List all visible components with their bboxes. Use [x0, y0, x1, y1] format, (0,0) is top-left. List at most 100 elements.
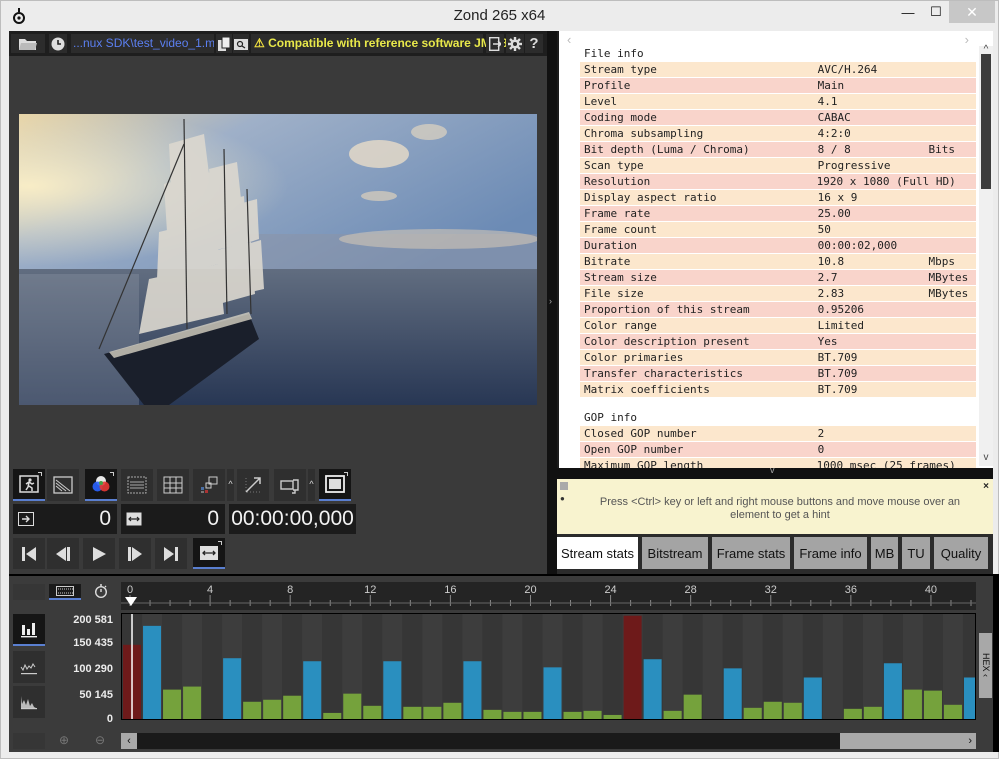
frame-bar[interactable] — [683, 694, 702, 720]
frame-bar[interactable] — [543, 667, 562, 720]
bar-chart-mode-button[interactable] — [13, 614, 45, 646]
frame-bar[interactable] — [803, 677, 822, 720]
copy-button[interactable] — [216, 34, 232, 53]
line-chart-mode-button[interactable] — [13, 651, 45, 683]
partition-options-caret[interactable]: ^ — [227, 469, 234, 501]
timecode-field[interactable]: 00:00:00,000 — [229, 504, 356, 534]
scroll-thumb[interactable] — [981, 54, 991, 189]
next-frame-button[interactable] — [119, 538, 151, 569]
decode-frame-field[interactable]: 0 — [13, 504, 117, 534]
frame-bar[interactable] — [863, 706, 882, 720]
picture-mode-button[interactable] — [47, 469, 79, 501]
frame-bar[interactable] — [903, 689, 922, 720]
help-button[interactable]: ? — [525, 34, 543, 53]
frame-bar[interactable] — [563, 711, 582, 720]
mb-lines-button[interactable] — [121, 469, 153, 501]
close-button[interactable]: ✕ — [949, 1, 995, 23]
frame-bar[interactable] — [183, 686, 202, 720]
chart-scroll-thumb[interactable]: › — [840, 733, 976, 749]
frame-bar[interactable] — [523, 711, 542, 720]
histogram-mode-button[interactable] — [13, 686, 45, 718]
frame-bar[interactable] — [343, 693, 362, 720]
open-file-button[interactable] — [11, 34, 45, 53]
frame-bar[interactable] — [883, 663, 902, 720]
maximize-button[interactable]: ☐ — [919, 1, 953, 23]
frame-bar[interactable] — [323, 712, 342, 720]
frame-bar[interactable] — [923, 690, 942, 720]
reference-frames-button[interactable] — [274, 469, 306, 501]
display-frame-field[interactable]: 0 — [121, 504, 225, 534]
frame-bar[interactable] — [643, 659, 662, 720]
frame-bar[interactable] — [943, 704, 962, 720]
first-frame-button[interactable] — [13, 538, 45, 569]
frame-bar[interactable] — [603, 714, 622, 720]
frame-bar[interactable] — [283, 695, 302, 720]
frame-bar[interactable] — [163, 689, 182, 720]
scroll-right-icon[interactable]: › — [968, 733, 972, 749]
zoom-out-icon[interactable]: ⊖ — [95, 733, 105, 747]
close-hint-icon[interactable]: × — [983, 481, 989, 492]
show-video-button[interactable] — [13, 469, 45, 501]
prev-frame-button[interactable] — [47, 538, 79, 569]
frame-bar[interactable] — [223, 658, 242, 720]
frame-bar[interactable] — [663, 710, 682, 720]
nav-back-icon[interactable]: ‹ — [567, 32, 571, 47]
show-in-folder-button[interactable] — [233, 34, 249, 53]
scroll-down-icon[interactable]: v — [979, 452, 993, 466]
tab-mb[interactable]: MB — [871, 537, 898, 569]
frames-axis-button[interactable] — [49, 584, 81, 600]
frame-bar[interactable] — [403, 706, 422, 720]
motion-vectors-button[interactable] — [237, 469, 269, 501]
hint-splitter[interactable]: v — [557, 465, 993, 477]
frame-bar[interactable] — [623, 615, 642, 720]
frame-bar[interactable] — [143, 625, 162, 720]
frame-bar[interactable] — [263, 699, 282, 720]
magnifier-icon[interactable]: ● — [560, 495, 568, 503]
play-button[interactable] — [83, 538, 115, 569]
color-components-button[interactable] — [85, 469, 117, 501]
export-button[interactable] — [486, 34, 504, 53]
tab-stream-stats[interactable]: Stream stats — [557, 537, 638, 569]
tab-quality[interactable]: Quality — [934, 537, 988, 569]
expand-hint-icon[interactable] — [560, 482, 568, 490]
playhead-marker[interactable] — [125, 597, 138, 606]
settings-button[interactable] — [506, 34, 524, 53]
frame-bar[interactable] — [243, 701, 262, 720]
tab-bitstream[interactable]: Bitstream — [642, 537, 708, 569]
display-order-toggle[interactable] — [193, 538, 225, 569]
frame-bar[interactable] — [723, 668, 742, 720]
frame-bar[interactable] — [503, 711, 522, 720]
tab-tu[interactable]: TU — [902, 537, 930, 569]
time-axis-button[interactable] — [85, 582, 117, 600]
last-frame-button[interactable] — [155, 538, 187, 569]
zoom-in-icon[interactable]: ⊕ — [59, 733, 69, 747]
info-scrollbar[interactable]: ^ v — [979, 44, 993, 466]
file-path-link[interactable]: ...nux SDK\test_video_1.mp4 — [71, 34, 214, 53]
frame-bar[interactable] — [583, 710, 602, 720]
frame-bar[interactable] — [463, 661, 482, 720]
scroll-left-icon[interactable]: ‹ — [121, 733, 137, 749]
splitter-arrow-icon[interactable]: v — [770, 465, 775, 475]
hex-panel-toggle[interactable]: HEX ‹ — [979, 633, 992, 698]
frame-bar[interactable] — [383, 661, 402, 720]
recent-files-button[interactable] — [49, 34, 67, 53]
frame-bar[interactable] — [363, 705, 382, 720]
frame-bar[interactable] — [423, 706, 442, 720]
fullscreen-button[interactable] — [319, 469, 351, 501]
collapse-arrow-icon[interactable]: › — [549, 296, 552, 306]
frame-bar[interactable] — [763, 701, 782, 720]
partition-button[interactable] — [193, 469, 225, 501]
tab-frame-info[interactable]: Frame info — [794, 537, 867, 569]
frame-bar[interactable] — [483, 709, 502, 720]
frame-bar[interactable] — [963, 677, 976, 720]
frame-bar[interactable] — [743, 707, 762, 720]
frame-bar[interactable] — [783, 702, 802, 720]
reference-options-caret[interactable]: ^ — [308, 469, 315, 501]
tab-frame-stats[interactable]: Frame stats — [712, 537, 790, 569]
chart-scrollbar[interactable]: ‹ › — [121, 733, 976, 749]
nav-forward-icon[interactable]: › — [965, 32, 969, 47]
frame-bar[interactable] — [443, 702, 462, 720]
frame-bar[interactable] — [303, 661, 322, 720]
frame-size-chart[interactable] — [121, 613, 976, 720]
frame-ruler[interactable]: 0 4 8 12 16 20 24 28 32 36 40 — [121, 582, 976, 610]
